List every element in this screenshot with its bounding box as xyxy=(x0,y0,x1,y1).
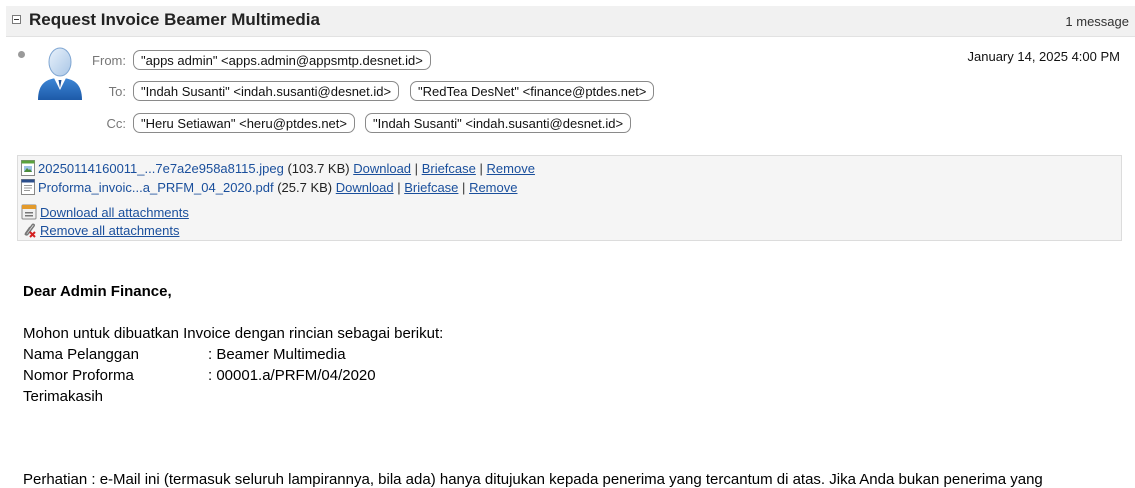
remove-link[interactable]: Remove xyxy=(469,180,517,195)
conversation-header: Request Invoice Beamer Multimedia 1 mess… xyxy=(6,6,1135,37)
cc-address-chip[interactable]: "Heru Setiawan" <heru@ptdes.net> xyxy=(133,113,355,133)
remove-all-link[interactable]: Remove all attachments xyxy=(40,223,179,238)
cc-label: Cc: xyxy=(106,116,127,131)
remove-all-row: Remove all attachments xyxy=(21,222,179,238)
attachment-size: (103.7 KB) xyxy=(287,161,350,176)
to-label: To: xyxy=(108,84,126,99)
attachment-size: (25.7 KB) xyxy=(277,180,333,195)
field-label: Nama Pelanggan xyxy=(23,346,139,363)
from-address-chip[interactable]: "apps admin" <apps.admin@appsmtp.desnet.… xyxy=(133,50,431,70)
greeting: Dear Admin Finance, xyxy=(23,283,172,300)
disclaimer-text: Perhatian : e-Mail ini (termasuk seluruh… xyxy=(23,471,1043,488)
to-address-chip[interactable]: "Indah Susanti" <indah.susanti@desnet.id… xyxy=(133,81,400,101)
to-address-chip[interactable]: "RedTea DesNet" <finance@ptdes.net> xyxy=(410,81,655,101)
attachment-row: Proforma_invoic...a_PRFM_04_2020.pdf (25… xyxy=(21,179,517,195)
separator: | xyxy=(397,180,401,195)
image-file-icon xyxy=(21,160,35,176)
attachments-panel: 20250114160011_...7e7a2e958a8115.jpeg (1… xyxy=(17,155,1122,241)
download-all-link[interactable]: Download all attachments xyxy=(40,205,189,220)
avatar xyxy=(38,47,82,100)
pdf-file-icon xyxy=(21,179,35,195)
separator: | xyxy=(479,161,483,176)
attachment-filename[interactable]: Proforma_invoic...a_PRFM_04_2020.pdf xyxy=(38,180,274,195)
message-date: January 14, 2025 4:00 PM xyxy=(967,49,1121,64)
field-value: : Beamer Multimedia xyxy=(208,346,346,363)
download-link[interactable]: Download xyxy=(353,161,411,176)
attachment-row: 20250114160011_...7e7a2e958a8115.jpeg (1… xyxy=(21,160,535,176)
email-subject: Request Invoice Beamer Multimedia xyxy=(29,10,320,29)
remove-link[interactable]: Remove xyxy=(487,161,535,176)
from-label: From: xyxy=(92,53,126,68)
separator: | xyxy=(462,180,466,195)
download-all-row: Download all attachments xyxy=(21,204,189,220)
download-link[interactable]: Download xyxy=(336,180,394,195)
field-label: Nomor Proforma xyxy=(23,367,134,384)
closing-text: Terimakasih xyxy=(23,388,104,405)
download-all-icon xyxy=(21,204,37,220)
intro-text: Mohon untuk dibuatkan Invoice dengan rin… xyxy=(23,325,444,342)
briefcase-link[interactable]: Briefcase xyxy=(404,180,458,195)
attachment-filename[interactable]: 20250114160011_...7e7a2e958a8115.jpeg xyxy=(38,161,284,176)
read-status-dot[interactable] xyxy=(18,51,25,58)
collapse-toggle-icon[interactable] xyxy=(12,15,21,24)
field-value: : 00001.a/PRFM/04/2020 xyxy=(208,367,376,384)
remove-all-icon xyxy=(24,223,36,238)
cc-address-chip[interactable]: "Indah Susanti" <indah.susanti@desnet.id… xyxy=(365,113,632,133)
briefcase-link[interactable]: Briefcase xyxy=(422,161,476,176)
separator: | xyxy=(414,161,419,176)
message-count: 1 message xyxy=(1065,14,1129,29)
